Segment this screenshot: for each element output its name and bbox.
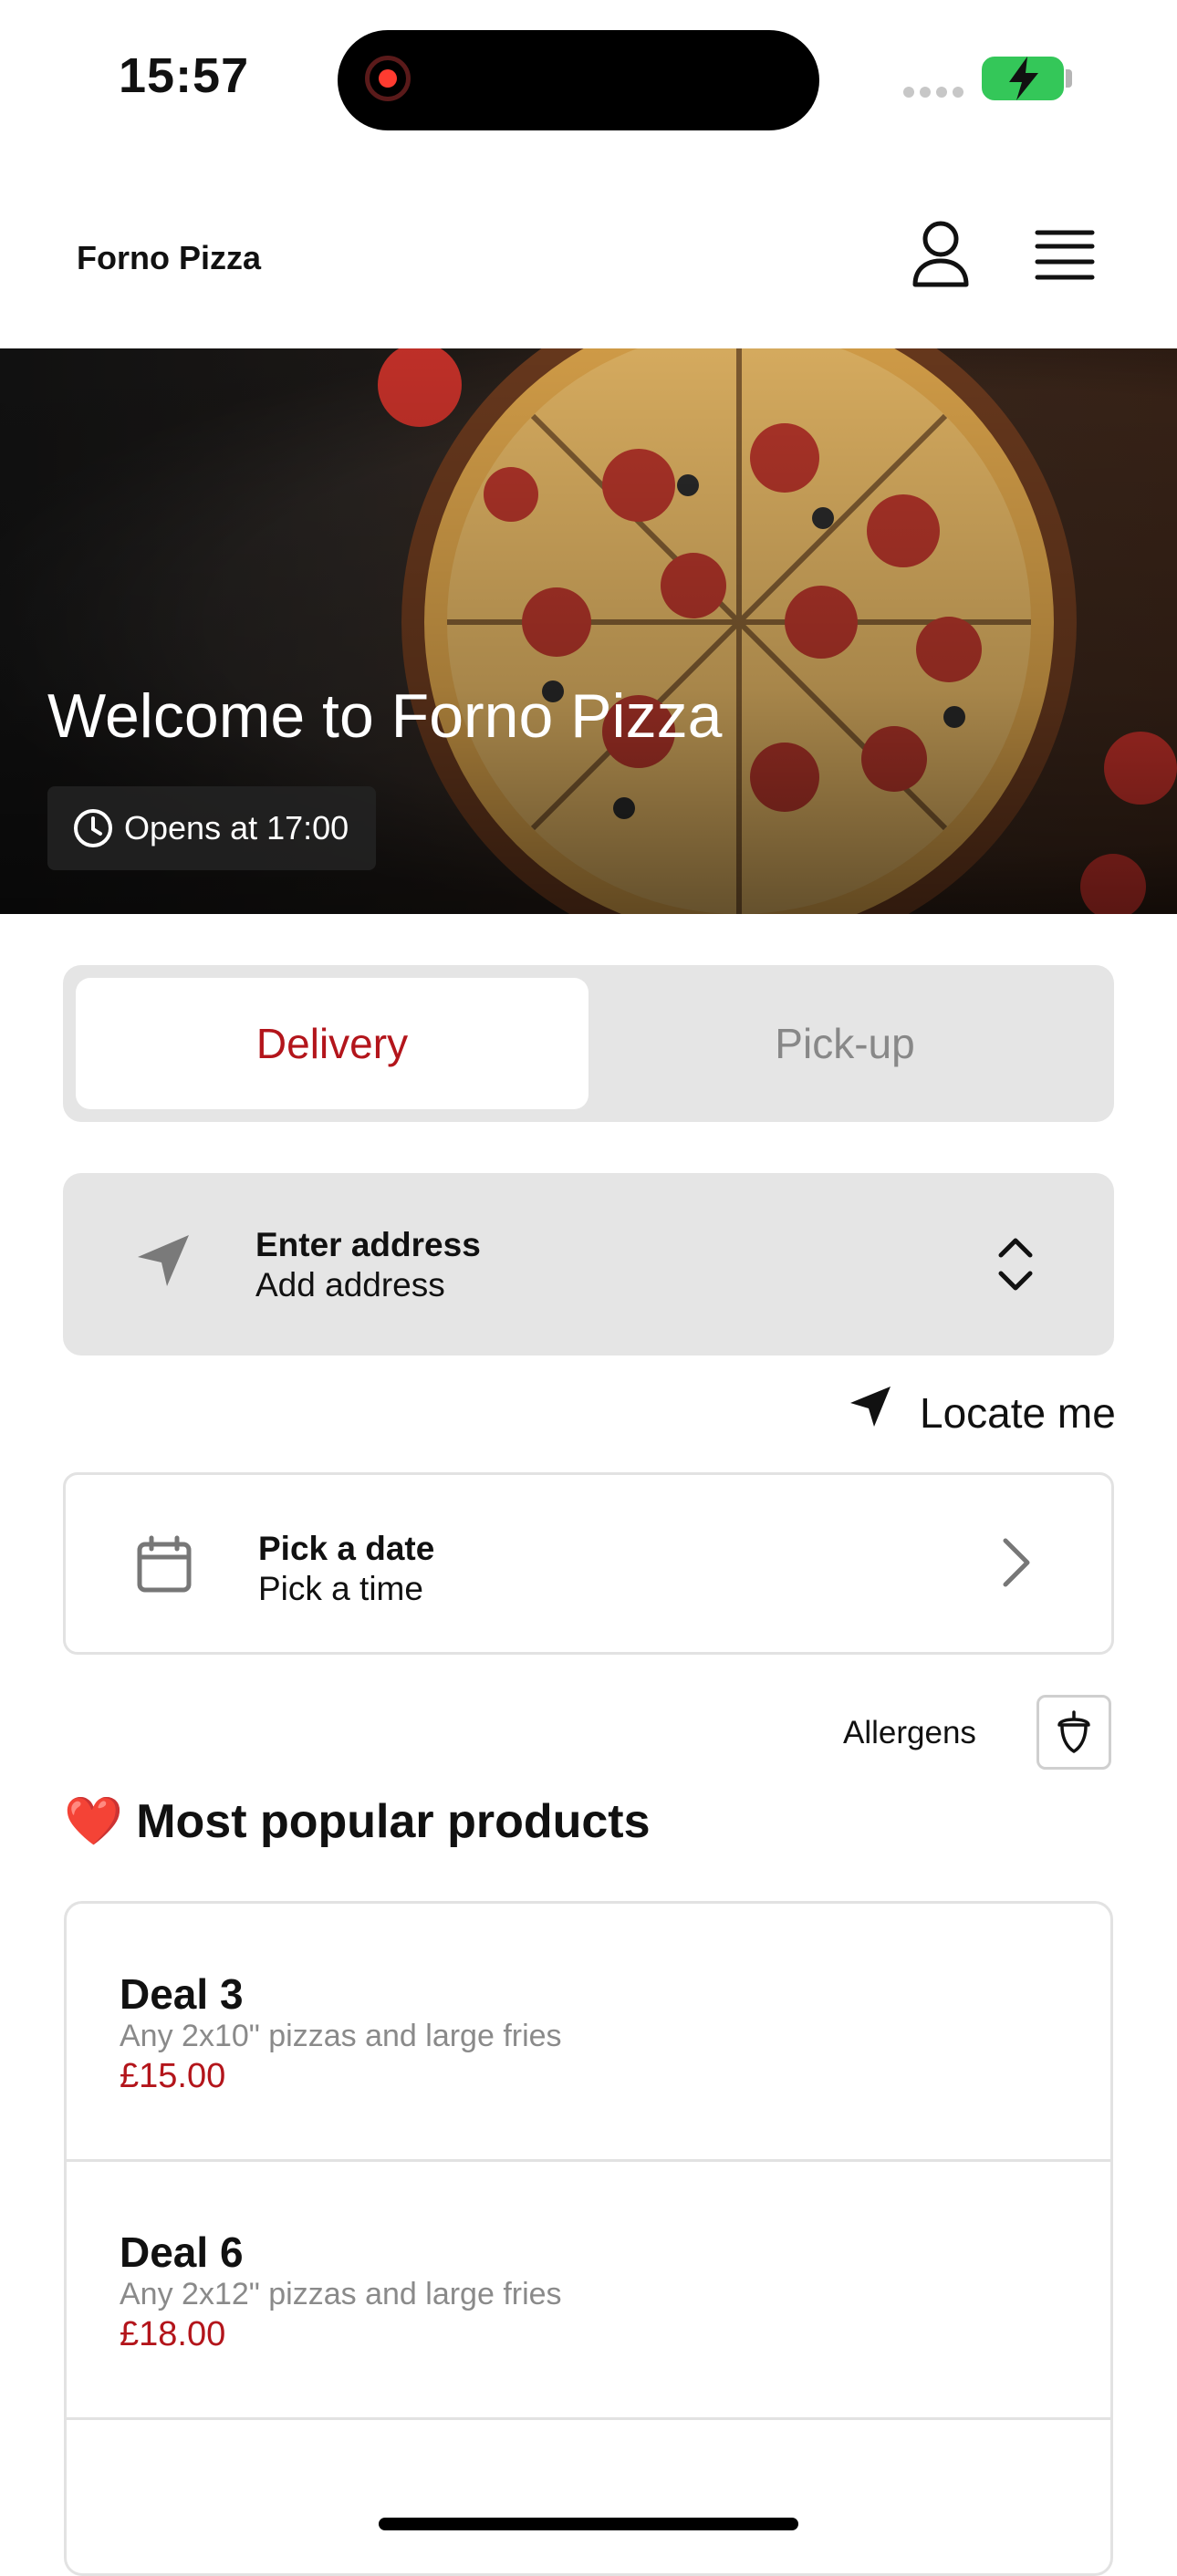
time-subtitle: Pick a time — [258, 1570, 423, 1607]
calendar-icon — [137, 1535, 192, 1593]
date-title: Pick a date — [258, 1530, 435, 1567]
location-arrow-icon — [138, 1235, 189, 1286]
product-card[interactable]: Deal 6 Any 2x12" pizzas and large fries … — [67, 2159, 1110, 2417]
product-name: Deal 3 — [120, 1970, 244, 2018]
recording-indicator-icon — [365, 56, 411, 101]
order-mode-toggle: Delivery Pick-up — [63, 965, 1114, 1122]
product-card[interactable]: Deal 3 Any 2x10" pizzas and large fries … — [67, 1904, 1110, 2159]
product-card[interactable] — [67, 2417, 1110, 2573]
chevron-up-down-icon — [998, 1238, 1033, 1291]
hamburger-menu-icon[interactable] — [1035, 228, 1095, 283]
status-time: 15:57 — [119, 48, 250, 103]
home-indicator[interactable] — [379, 2518, 798, 2530]
locate-arrow-icon[interactable] — [849, 1385, 892, 1428]
chevron-right-icon — [1003, 1538, 1030, 1587]
tab-delivery[interactable]: Delivery — [76, 965, 588, 1122]
product-description: Any 2x12" pizzas and large fries — [120, 2277, 562, 2311]
address-subtitle: Add address — [255, 1266, 445, 1304]
product-price: £15.00 — [120, 2057, 226, 2095]
hero-title: Welcome to Forno Pizza — [47, 681, 723, 751]
product-name: Deal 6 — [120, 2228, 244, 2276]
locate-me-button[interactable]: Locate me — [920, 1388, 1116, 1438]
cellular-signal-icon — [903, 86, 969, 102]
section-title-text: Most popular products — [136, 1795, 651, 1848]
product-list: Deal 3 Any 2x10" pizzas and large fries … — [64, 1901, 1113, 2576]
acorn-icon — [1057, 1710, 1090, 1753]
section-title-popular: ❤️ Most popular products — [64, 1793, 651, 1849]
clock-icon — [74, 809, 112, 847]
product-price: £18.00 — [120, 2315, 226, 2353]
tab-pickup[interactable]: Pick-up — [588, 965, 1101, 1122]
allergens-label: Allergens — [843, 1715, 976, 1750]
allergens-button[interactable] — [1036, 1695, 1111, 1770]
heart-icon: ❤️ — [64, 1795, 123, 1848]
address-selector[interactable]: Enter address Add address — [63, 1173, 1114, 1356]
opening-hours-badge: Opens at 17:00 — [47, 786, 377, 870]
hero-banner: Welcome to Forno Pizza Opens at 17:00 — [0, 348, 1177, 914]
brand-name[interactable]: Forno Pizza — [77, 239, 261, 277]
battery-tip — [1066, 69, 1072, 88]
account-icon[interactable] — [909, 219, 973, 288]
address-title: Enter address — [255, 1226, 481, 1263]
date-time-picker[interactable]: Pick a date Pick a time — [63, 1472, 1114, 1655]
opening-hours-text: Opens at 17:00 — [124, 809, 349, 847]
charging-bolt-icon — [1009, 57, 1038, 100]
product-description: Any 2x10" pizzas and large fries — [120, 2019, 562, 2053]
